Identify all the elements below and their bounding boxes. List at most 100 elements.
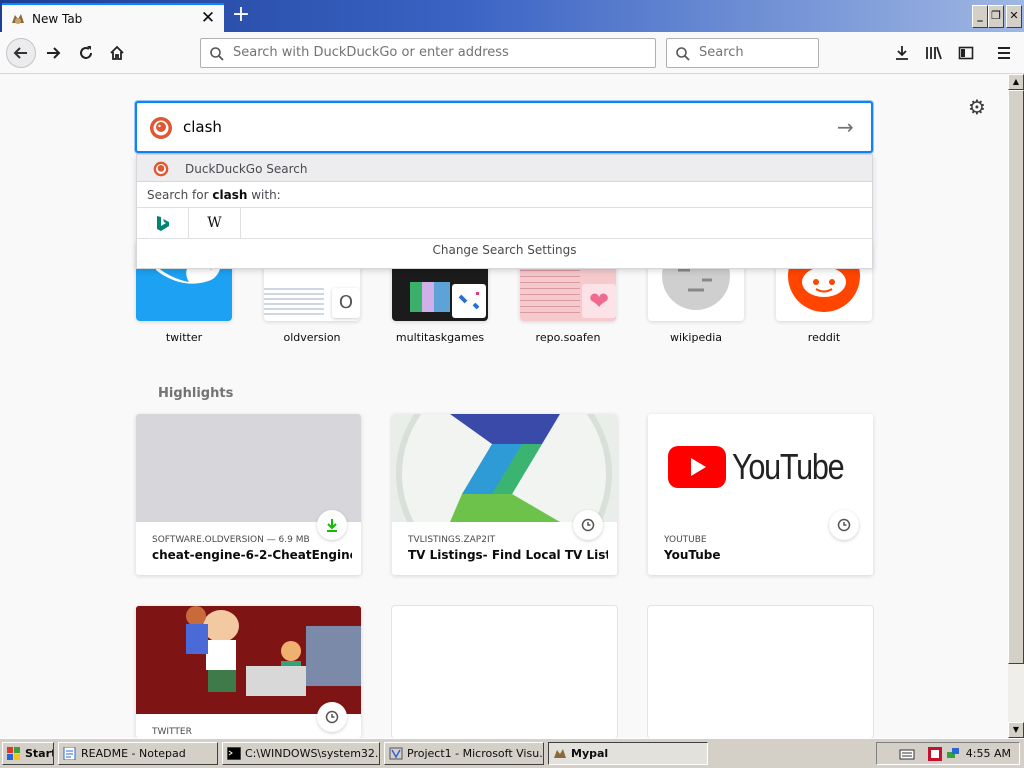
clock-icon — [317, 702, 347, 732]
empty-highlight-placeholder — [648, 606, 873, 738]
heart-favicon-icon: ❤ — [582, 284, 616, 318]
reload-icon — [80, 46, 92, 59]
close-window-button[interactable]: ✕ — [1006, 5, 1022, 28]
page-thumbnail — [264, 288, 324, 318]
address-bar[interactable] — [200, 38, 656, 68]
page-thumbnail — [410, 282, 450, 312]
tab-title: New Tab — [32, 12, 83, 26]
navigation-bar — [0, 32, 1024, 74]
card-thumbnail — [136, 606, 361, 714]
windows-taskbar: Start README - Notepad C:\WINDOWS\system… — [0, 738, 1024, 768]
multitaskgames-favicon-icon — [452, 284, 486, 318]
change-search-settings-button[interactable]: Change Search Settings — [137, 243, 872, 257]
clock-icon — [829, 510, 859, 540]
search-engine-icons: W — [137, 207, 872, 239]
language-icon[interactable] — [927, 746, 943, 762]
taskbar-item-label: Project1 - Microsoft Visu... — [407, 747, 544, 760]
search-bar[interactable] — [666, 38, 819, 68]
highlight-card[interactable]: YouTube YOUTUBE YouTube — [648, 414, 873, 575]
card-source: TVLISTINGS.ZAP2IT — [408, 535, 496, 545]
back-arrow-icon — [13, 47, 27, 59]
bing-engine-button[interactable] — [137, 208, 189, 238]
page-scrollbar[interactable]: ▲ ▼ — [1008, 74, 1024, 738]
download-icon — [896, 46, 908, 60]
card-source: SOFTWARE.OLDVERSION — 6.9 MB — [152, 535, 310, 545]
reload-button[interactable] — [72, 39, 100, 67]
scroll-up-arrow-icon[interactable]: ▲ — [1008, 74, 1024, 90]
card-thumbnail: YouTube — [648, 414, 873, 522]
windows-logo-icon — [7, 747, 20, 760]
start-label: Start — [25, 747, 54, 760]
duckduckgo-logo-icon — [153, 161, 169, 177]
search-for-prefix: Search for — [147, 188, 209, 202]
card-source: YOUTUBE — [664, 535, 707, 545]
library-button[interactable] — [920, 39, 948, 67]
highlight-card[interactable]: SOFTWARE.OLDVERSION — 6.9 MB cheat-engin… — [136, 414, 361, 575]
taskbar-item-cmd[interactable]: C:\WINDOWS\system32... — [222, 742, 380, 765]
new-tab-button[interactable]: + — [230, 3, 252, 29]
empty-highlight-placeholder — [392, 606, 617, 738]
new-tab-search-box[interactable]: → — [135, 101, 873, 153]
visual-basic-icon — [389, 747, 403, 760]
taskbar-item-label: C:\WINDOWS\system32... — [245, 747, 380, 760]
duckduckgo-search-row[interactable]: DuckDuckGo Search — [137, 155, 872, 182]
card-title: TV Listings- Find Local TV Listing... — [408, 548, 608, 562]
search-for-label: Search for clash with: — [147, 188, 281, 202]
forward-arrow-icon — [47, 47, 61, 59]
search-go-arrow-icon[interactable]: → — [837, 115, 854, 139]
top-site-label: repo.soafen — [535, 331, 601, 344]
top-site-label: oldversion — [283, 331, 341, 344]
sidebar-button[interactable] — [952, 39, 980, 67]
address-input[interactable] — [233, 45, 633, 60]
card-title: YouTube — [664, 548, 721, 562]
new-tab-search-input[interactable] — [183, 118, 783, 136]
sidebar-icon — [958, 46, 974, 60]
network-icon[interactable] — [945, 746, 961, 762]
scroll-down-arrow-icon[interactable]: ▼ — [1008, 722, 1024, 738]
command-prompt-icon — [227, 747, 241, 760]
highlight-card[interactable]: TVLISTINGS.ZAP2IT TV Listings- Find Loca… — [392, 414, 617, 575]
wikipedia-w-icon: W — [207, 215, 222, 231]
home-icon — [110, 45, 124, 60]
system-clock: 4:55 AM — [965, 747, 1011, 760]
minimize-button[interactable]: _ — [972, 5, 988, 28]
gear-icon[interactable]: ⚙ — [968, 95, 986, 119]
system-tray: 4:55 AM — [876, 742, 1020, 765]
taskbar-item-mypal[interactable]: Mypal — [548, 742, 708, 765]
keyboard-icon[interactable] — [899, 747, 915, 761]
close-tab-icon[interactable]: ✕ — [198, 8, 218, 28]
highlights-heading: Highlights — [158, 386, 234, 401]
taskbar-item-visual-basic[interactable]: Project1 - Microsoft Visu... — [384, 742, 544, 765]
engine-label: DuckDuckGo Search — [185, 162, 308, 176]
search-icon — [676, 47, 690, 61]
card-title: cheat-engine-6-2-CheatEngine6... — [152, 548, 352, 562]
scroll-thumb[interactable] — [1008, 90, 1024, 664]
search-for-suffix: with: — [251, 188, 281, 202]
search-icon — [210, 47, 224, 61]
wikipedia-engine-button[interactable]: W — [189, 208, 241, 238]
tab-new-tab[interactable]: New Tab ✕ — [2, 3, 224, 32]
taskbar-item-label: README - Notepad — [81, 747, 186, 760]
search-suggestions-dropdown: DuckDuckGo Search Search for clash with:… — [136, 154, 873, 269]
back-button[interactable] — [6, 38, 36, 68]
taskbar-item-notepad[interactable]: README - Notepad — [58, 742, 218, 765]
highlight-card[interactable]: TWITTER — [136, 606, 361, 738]
mypal-favicon-icon — [12, 14, 24, 24]
start-button[interactable]: Start — [2, 742, 54, 765]
top-site-label: wikipedia — [669, 331, 722, 344]
zap2it-logo-icon — [396, 414, 612, 522]
cartoon-image — [136, 606, 361, 714]
downloads-button[interactable] — [888, 39, 916, 67]
youtube-play-icon — [668, 446, 726, 488]
download-icon — [317, 510, 347, 540]
forward-button[interactable] — [39, 39, 67, 67]
restore-button[interactable]: ❐ — [988, 5, 1004, 28]
home-button[interactable] — [103, 39, 131, 67]
card-thumbnail — [136, 414, 361, 522]
card-source: TWITTER — [152, 727, 192, 737]
clock-icon — [573, 510, 603, 540]
library-icon — [926, 46, 942, 60]
menu-button[interactable] — [990, 39, 1018, 67]
search-input[interactable] — [699, 45, 809, 60]
notepad-icon — [63, 747, 76, 760]
